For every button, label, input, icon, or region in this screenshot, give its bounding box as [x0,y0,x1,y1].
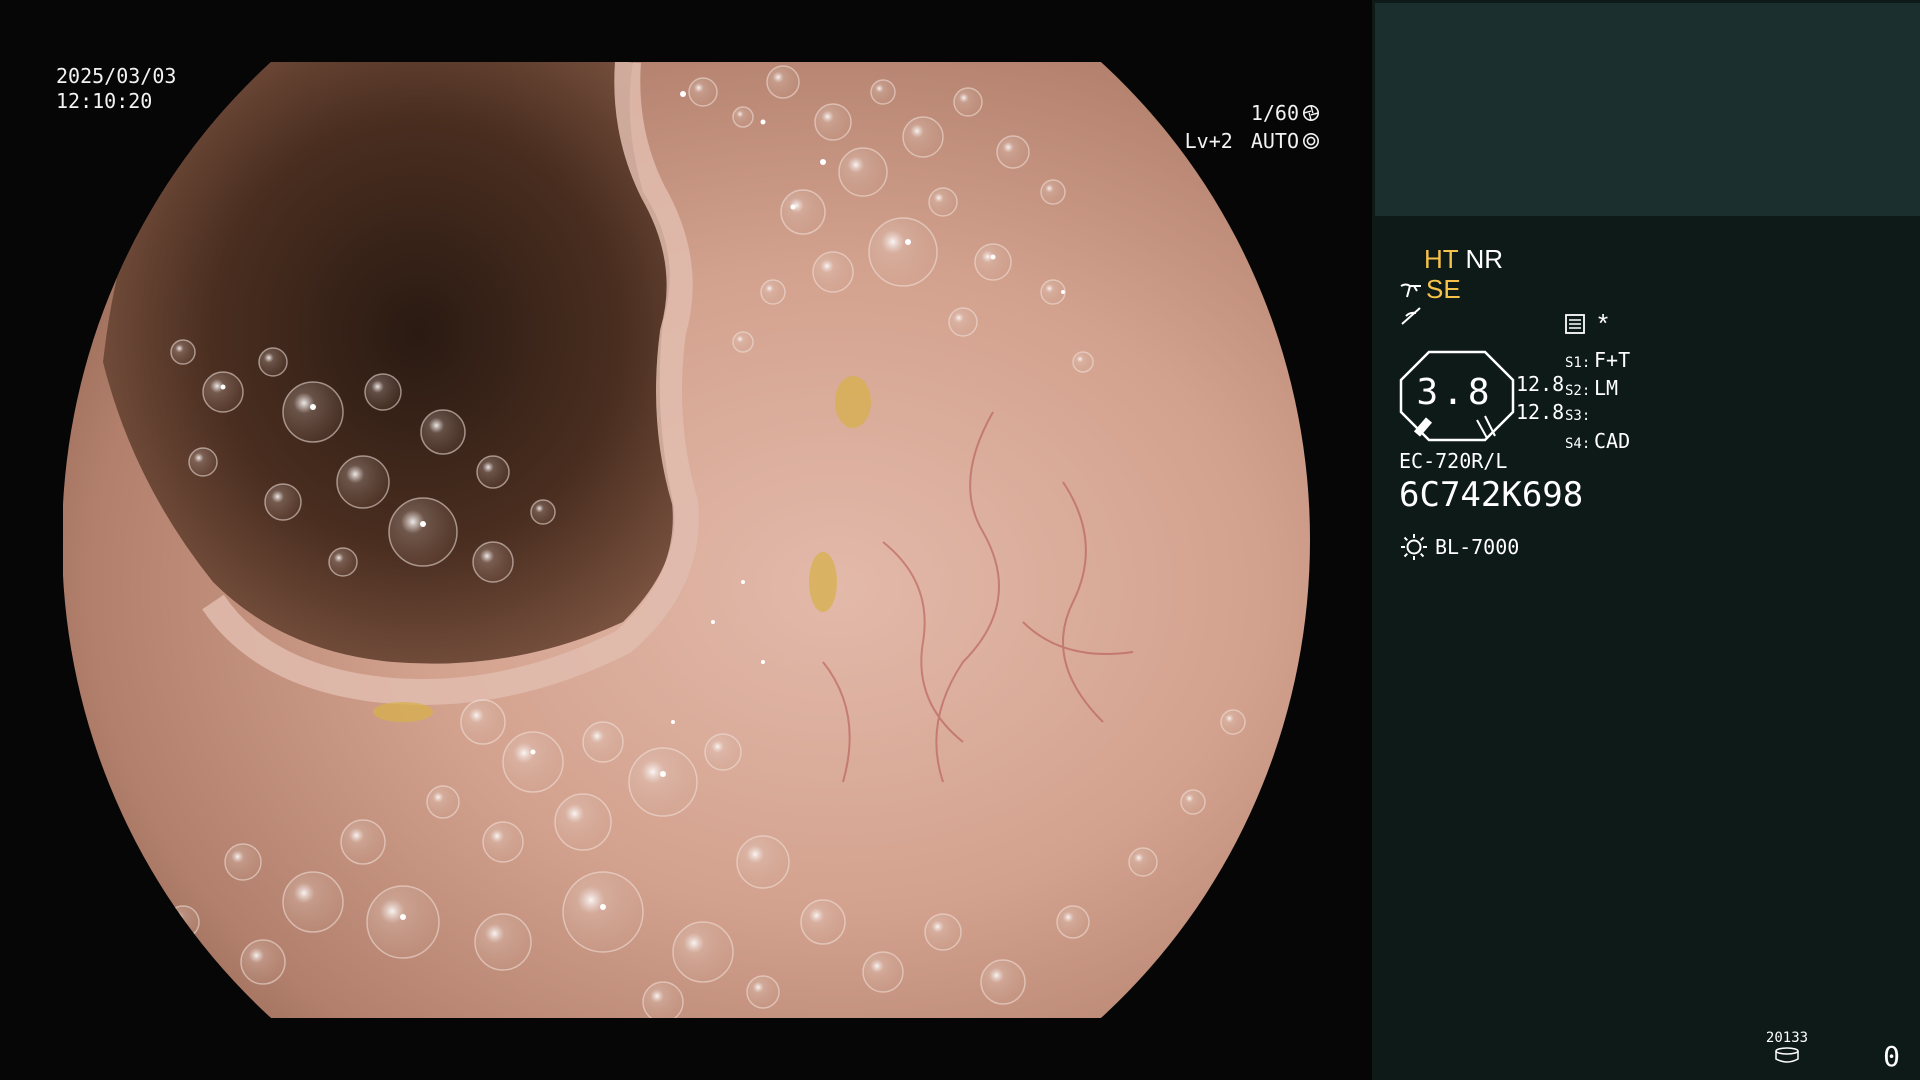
scope-serial: 6C742K698 [1399,475,1584,515]
endoscope-view [63,62,1310,1018]
memory-card-icon [1565,313,1585,334]
shutter-speed: 1/60 [1250,101,1299,125]
time-text: 12:10:20 [56,89,153,113]
gauge-value: 3.8 [1416,372,1494,413]
setting-item: S1: F+T [1565,348,1630,376]
capture-count: 0 [1883,1040,1900,1073]
setting-value: CAD [1594,429,1631,453]
setting-key: S2: [1565,383,1591,399]
endoscope-image [63,62,1310,1018]
setting-value: LM [1594,376,1619,400]
asterisk-mark: * [1598,308,1609,338]
date-text: 2025/03/03 [56,64,177,88]
gauge-lower: 12.8 [1516,400,1565,424]
tone-curve-icon [1401,307,1421,325]
gauge-upper: 12.8 [1516,372,1565,396]
setting-key: S3: [1565,408,1591,424]
storage-counter: 20133 [1762,1030,1812,1063]
light-source-row: BL-7000 [1399,532,1519,562]
brightness-level: Lv+2 [1184,129,1233,153]
counter-label: 20133 [1765,1030,1809,1046]
shutter-icon [1302,104,1320,122]
se-row: SE [1400,274,1461,305]
nr-mode: NR [1465,244,1503,274]
settings-list: S1: F+T S2: LM S3: S4: CAD [1565,348,1630,457]
camera-info: 1/60 Lv+2 AUTO [1185,99,1320,155]
structure-enhancement-icon [1400,283,1421,297]
setting-key: S1: [1565,355,1591,371]
ht-mode: HT [1424,244,1459,274]
gauge-readouts: 12.8 12.8 [1516,370,1564,426]
light-source-label: BL-7000 [1435,535,1520,559]
shutter-row: 1/60 [1185,99,1320,127]
iris-icon [1302,132,1320,150]
se-label: SE [1426,274,1461,304]
setting-value: F+T [1594,348,1631,372]
exposure-mode: AUTO [1250,129,1299,153]
setting-item: S3: [1565,404,1630,429]
scope-model: EC-720R/L [1399,449,1508,473]
info-panel: HT NR SE * 3.8 12.8 12.8 S1: F+T S2: LM … [1372,0,1920,1080]
info-panel-header [1375,3,1920,216]
memory-row: * [1564,308,1608,339]
exposure-row: Lv+2 AUTO [1185,127,1320,155]
image-mode-row: HT NR [1424,244,1503,275]
setting-item: S2: LM [1565,376,1630,404]
setting-key: S4: [1565,436,1591,452]
timestamp: 2025/03/03 12:10:20 [56,64,176,114]
light-source-icon [1401,534,1427,560]
curve-row [1400,305,1422,333]
setting-item: S4: CAD [1565,429,1630,457]
video-area: 2025/03/03 12:10:20 1/60 Lv+2 AUTO [0,0,1372,1080]
storage-drum-icon [1775,1047,1799,1063]
